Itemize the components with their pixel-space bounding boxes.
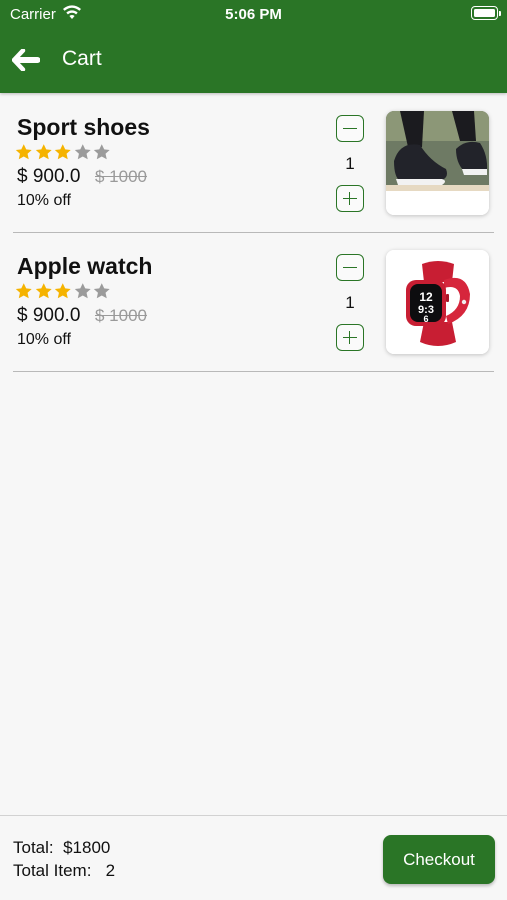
total-label: Total: <box>13 838 54 857</box>
star-filled-icon <box>54 144 71 160</box>
clock: 5:06 PM <box>225 6 282 23</box>
total-items-label: Total Item: <box>13 861 92 880</box>
product-price: $ 900.0 <box>17 166 81 187</box>
sneaker-image <box>386 111 489 215</box>
product-price: $ 900.0 <box>17 305 81 326</box>
quantity-value: 1 <box>345 154 355 173</box>
increase-quantity-button[interactable] <box>336 185 364 212</box>
app-bar: Carrier 5:06 PM Cart <box>0 0 507 93</box>
star-filled-icon <box>54 283 71 299</box>
product-name: Sport shoes <box>17 114 150 140</box>
back-arrow-icon[interactable] <box>12 49 40 71</box>
page-title: Cart <box>62 47 102 70</box>
checkout-button[interactable]: Checkout <box>383 835 495 884</box>
star-empty-icon <box>93 283 110 299</box>
discount-label: 10% off <box>17 192 71 209</box>
star-filled-icon <box>15 283 32 299</box>
total-items-value: 2 <box>105 861 116 880</box>
quantity-value: 1 <box>345 293 355 312</box>
star-filled-icon <box>15 144 32 160</box>
cart-item-sport-shoes: Sport shoes $ 900.0 $ 1000 10% off 1 <box>13 110 494 233</box>
status-bar: Carrier 5:06 PM <box>0 0 507 28</box>
cart-item-apple-watch: Apple watch $ 900.0 $ 1000 10% off 1 12 … <box>13 249 494 372</box>
original-price: $ 1000 <box>95 306 147 325</box>
rating-stars <box>14 282 112 301</box>
watch-image: 12 9:3 6 <box>386 250 489 354</box>
total-items: Total Item: 2 <box>13 861 115 881</box>
star-filled-icon <box>35 283 52 299</box>
star-empty-icon <box>74 283 91 299</box>
star-filled-icon <box>35 144 52 160</box>
star-empty-icon <box>74 144 91 160</box>
decrease-quantity-button[interactable] <box>336 115 364 142</box>
svg-text:6: 6 <box>423 314 428 324</box>
battery-icon <box>471 6 501 20</box>
total-price: Total: $1800 <box>13 838 110 858</box>
total-value: $1800 <box>63 838 111 857</box>
product-name: Apple watch <box>17 253 153 279</box>
rating-stars <box>14 143 112 162</box>
original-price: $ 1000 <box>95 167 147 186</box>
star-empty-icon <box>93 144 110 160</box>
cart-summary-bar: Total: $1800 Total Item: 2 Checkout <box>0 815 507 900</box>
svg-text:12: 12 <box>419 290 433 304</box>
product-image[interactable] <box>386 111 489 215</box>
discount-label: 10% off <box>17 331 71 348</box>
decrease-quantity-button[interactable] <box>336 254 364 281</box>
increase-quantity-button[interactable] <box>336 324 364 351</box>
product-image[interactable]: 12 9:3 6 <box>386 250 489 354</box>
